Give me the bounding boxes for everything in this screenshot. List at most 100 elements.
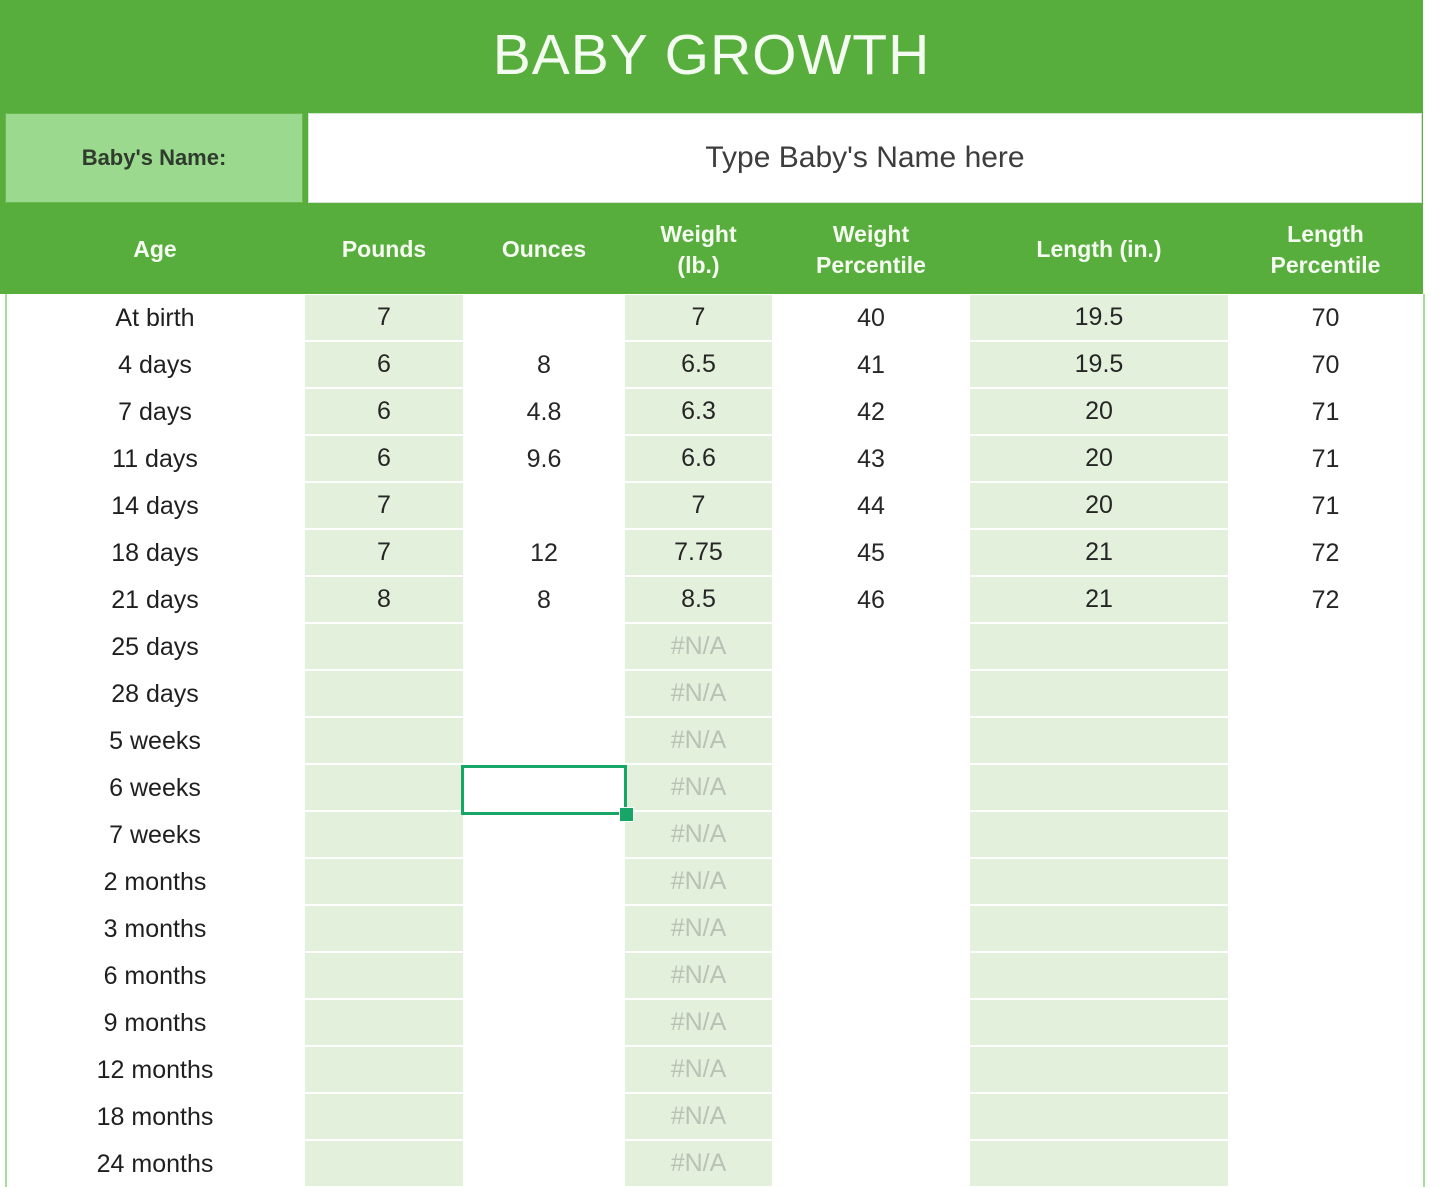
cell-weight_pct[interactable]	[772, 718, 970, 765]
cell-length_pct[interactable]	[1228, 1141, 1423, 1188]
cell-age[interactable]: 5 weeks	[5, 718, 305, 765]
cell-length_in[interactable]	[970, 1000, 1228, 1047]
cell-weight_pct[interactable]: 46	[772, 577, 970, 624]
cell-length_pct[interactable]	[1228, 671, 1423, 718]
cell-age[interactable]: 12 months	[5, 1047, 305, 1094]
cell-pounds[interactable]	[305, 718, 463, 765]
cell-weight_lb[interactable]: #N/A	[625, 1000, 772, 1047]
cell-weight_pct[interactable]	[772, 812, 970, 859]
cell-weight_pct[interactable]	[772, 624, 970, 671]
cell-weight_lb[interactable]: #N/A	[625, 859, 772, 906]
cell-weight_lb[interactable]: #N/A	[625, 953, 772, 1000]
cell-weight_pct[interactable]	[772, 859, 970, 906]
cell-ounces[interactable]	[463, 1000, 625, 1047]
cell-pounds[interactable]: 7	[305, 295, 463, 342]
cell-age[interactable]: 24 months	[5, 1141, 305, 1188]
cell-ounces[interactable]	[463, 812, 625, 859]
cell-weight_lb[interactable]: 7.75	[625, 530, 772, 577]
cell-pounds[interactable]	[305, 1000, 463, 1047]
cell-ounces[interactable]: 4.8	[463, 389, 625, 436]
cell-pounds[interactable]: 7	[305, 530, 463, 577]
cell-ounces[interactable]	[463, 906, 625, 953]
cell-ounces[interactable]	[463, 1094, 625, 1141]
column-header-age[interactable]: Age	[5, 206, 305, 294]
cell-pounds[interactable]	[305, 1094, 463, 1141]
cell-pounds[interactable]: 7	[305, 483, 463, 530]
cell-length_in[interactable]	[970, 671, 1228, 718]
cell-ounces[interactable]: 8	[463, 342, 625, 389]
cell-weight_pct[interactable]	[772, 1047, 970, 1094]
cell-length_in[interactable]	[970, 1094, 1228, 1141]
column-header-length_pct[interactable]: LengthPercentile	[1228, 206, 1423, 294]
column-header-pounds[interactable]: Pounds	[305, 206, 463, 294]
cell-length_in[interactable]	[970, 718, 1228, 765]
cell-length_in[interactable]: 19.5	[970, 295, 1228, 342]
cell-length_in[interactable]	[970, 624, 1228, 671]
cell-length_pct[interactable]	[1228, 812, 1423, 859]
cell-age[interactable]: 18 months	[5, 1094, 305, 1141]
cell-weight_pct[interactable]	[772, 671, 970, 718]
cell-ounces[interactable]	[463, 1141, 625, 1188]
cell-length_pct[interactable]	[1228, 765, 1423, 812]
cell-weight_lb[interactable]: #N/A	[625, 671, 772, 718]
cell-age[interactable]: 4 days	[5, 342, 305, 389]
cell-pounds[interactable]	[305, 624, 463, 671]
column-header-weight_pct[interactable]: WeightPercentile	[772, 206, 970, 294]
cell-pounds[interactable]: 6	[305, 436, 463, 483]
cell-length_pct[interactable]: 72	[1228, 577, 1423, 624]
cell-weight_lb[interactable]: #N/A	[625, 624, 772, 671]
cell-age[interactable]: 6 weeks	[5, 765, 305, 812]
cell-pounds[interactable]	[305, 765, 463, 812]
cell-age[interactable]: 21 days	[5, 577, 305, 624]
cell-age[interactable]: 6 months	[5, 953, 305, 1000]
cell-length_pct[interactable]	[1228, 906, 1423, 953]
cell-length_in[interactable]: 21	[970, 577, 1228, 624]
cell-weight_lb[interactable]: 6.5	[625, 342, 772, 389]
cell-ounces[interactable]	[463, 671, 625, 718]
cell-length_pct[interactable]: 70	[1228, 295, 1423, 342]
cell-weight_pct[interactable]	[772, 906, 970, 953]
cell-length_in[interactable]	[970, 1047, 1228, 1094]
cell-age[interactable]: 14 days	[5, 483, 305, 530]
cell-length_pct[interactable]	[1228, 718, 1423, 765]
cell-age[interactable]: 3 months	[5, 906, 305, 953]
cell-ounces[interactable]: 8	[463, 577, 625, 624]
cell-weight_pct[interactable]: 45	[772, 530, 970, 577]
cell-length_pct[interactable]	[1228, 1047, 1423, 1094]
cell-pounds[interactable]: 6	[305, 342, 463, 389]
cell-length_pct[interactable]: 70	[1228, 342, 1423, 389]
cell-ounces[interactable]: 12	[463, 530, 625, 577]
cell-length_pct[interactable]: 72	[1228, 530, 1423, 577]
cell-pounds[interactable]	[305, 906, 463, 953]
cell-age[interactable]: 9 months	[5, 1000, 305, 1047]
cell-weight_pct[interactable]: 43	[772, 436, 970, 483]
cell-weight_pct[interactable]	[772, 953, 970, 1000]
cell-pounds[interactable]	[305, 1141, 463, 1188]
cell-length_in[interactable]	[970, 906, 1228, 953]
cell-weight_lb[interactable]: 7	[625, 483, 772, 530]
cell-age[interactable]: 28 days	[5, 671, 305, 718]
cell-ounces[interactable]: 9.6	[463, 436, 625, 483]
cell-ounces[interactable]	[463, 295, 625, 342]
cell-weight_lb[interactable]: 6.6	[625, 436, 772, 483]
cell-length_in[interactable]: 20	[970, 483, 1228, 530]
column-header-weight_lb[interactable]: Weight(lb.)	[625, 206, 772, 294]
cell-weight_pct[interactable]	[772, 1141, 970, 1188]
cell-pounds[interactable]	[305, 859, 463, 906]
cell-pounds[interactable]	[305, 812, 463, 859]
cell-pounds[interactable]	[305, 671, 463, 718]
cell-length_in[interactable]: 20	[970, 436, 1228, 483]
cell-weight_lb[interactable]: 7	[625, 295, 772, 342]
cell-length_pct[interactable]: 71	[1228, 483, 1423, 530]
cell-length_in[interactable]: 19.5	[970, 342, 1228, 389]
baby-name-input[interactable]: Type Baby's Name here	[308, 113, 1422, 203]
cell-weight_pct[interactable]	[772, 765, 970, 812]
cell-weight_pct[interactable]	[772, 1000, 970, 1047]
cell-weight_lb[interactable]: 6.3	[625, 389, 772, 436]
cell-weight_pct[interactable]: 44	[772, 483, 970, 530]
cell-length_in[interactable]	[970, 765, 1228, 812]
cell-ounces[interactable]	[463, 624, 625, 671]
cell-ounces[interactable]	[463, 1047, 625, 1094]
cell-length_in[interactable]	[970, 1141, 1228, 1188]
cell-length_pct[interactable]	[1228, 1094, 1423, 1141]
